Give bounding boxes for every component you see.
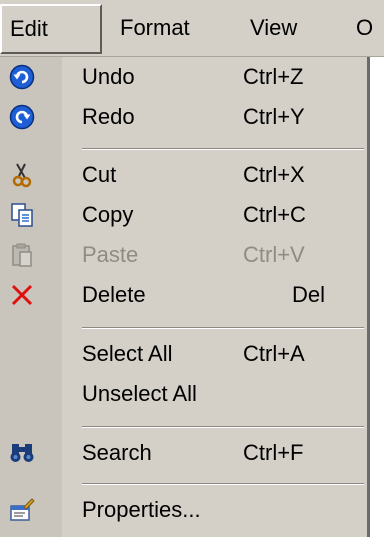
shortcut-label: Ctrl+F: [243, 440, 304, 465]
shortcut-label: Ctrl+X: [243, 162, 305, 187]
scissors-icon: [7, 160, 37, 190]
menu-partial[interactable]: O: [356, 4, 373, 52]
copy-icon: [7, 200, 37, 230]
menu-item-paste[interactable]: Paste Ctrl+V: [0, 235, 367, 275]
shortcut-label: Ctrl+A: [243, 341, 305, 366]
menu-separator: [82, 327, 364, 329]
menu-item-unselect-all[interactable]: Unselect All: [0, 374, 367, 414]
menu-separator: [82, 426, 364, 428]
clipboard-icon: [7, 240, 37, 270]
menu-item-label: Cut: [82, 162, 117, 187]
menu-separator: [82, 483, 364, 485]
menu-item-delete[interactable]: Delete Del: [0, 275, 367, 315]
menu-item-copy[interactable]: Copy Ctrl+C: [0, 195, 367, 235]
properties-icon: [7, 495, 37, 525]
menu-item-label: Select All: [82, 341, 173, 366]
menu-item-cut[interactable]: Cut Ctrl+X: [0, 155, 367, 195]
shortcut-label: Ctrl+C: [243, 202, 306, 227]
menu-item-label: Copy: [82, 202, 134, 227]
shortcut-label: Ctrl+Y: [243, 104, 305, 129]
menu-edit[interactable]: Edit: [0, 4, 102, 54]
menu-item-label: Properties...: [82, 497, 201, 522]
undo-icon: [7, 62, 37, 92]
menu-format[interactable]: Format: [120, 4, 232, 52]
menu-separator: [82, 148, 364, 150]
menu-item-properties[interactable]: Properties...: [0, 490, 367, 530]
menu-item-label: Delete: [82, 282, 146, 307]
menu-item-undo[interactable]: Undo Ctrl+Z: [0, 57, 367, 97]
shortcut-label: Ctrl+V: [243, 242, 305, 267]
menu-item-label: Redo: [82, 104, 135, 129]
menu-item-search[interactable]: Search Ctrl+F: [0, 433, 367, 473]
menu-item-select-all[interactable]: Select All Ctrl+A: [0, 334, 367, 374]
menu-item-redo[interactable]: Redo Ctrl+Y: [0, 97, 367, 137]
menu-item-label: Undo: [82, 64, 135, 89]
shortcut-label: Del: [291, 282, 325, 307]
edit-menu-screenshot: Edit Format View O Undo Ctrl+Z Redo Ctrl…: [0, 0, 384, 537]
binoculars-icon: [7, 438, 37, 468]
shortcut-label: Ctrl+Z: [243, 64, 304, 89]
menu-view[interactable]: View: [250, 4, 340, 52]
menu-bar: Edit Format View O: [0, 0, 384, 57]
menu-item-label: Search: [82, 440, 152, 465]
redo-icon: [7, 102, 37, 132]
delete-x-icon: [7, 280, 37, 310]
menu-item-label: Paste: [82, 242, 139, 267]
edit-dropdown: Undo Ctrl+Z Redo Ctrl+Y Cut Ctrl+X Copy …: [0, 57, 370, 537]
menu-item-label: Unselect All: [82, 381, 197, 406]
